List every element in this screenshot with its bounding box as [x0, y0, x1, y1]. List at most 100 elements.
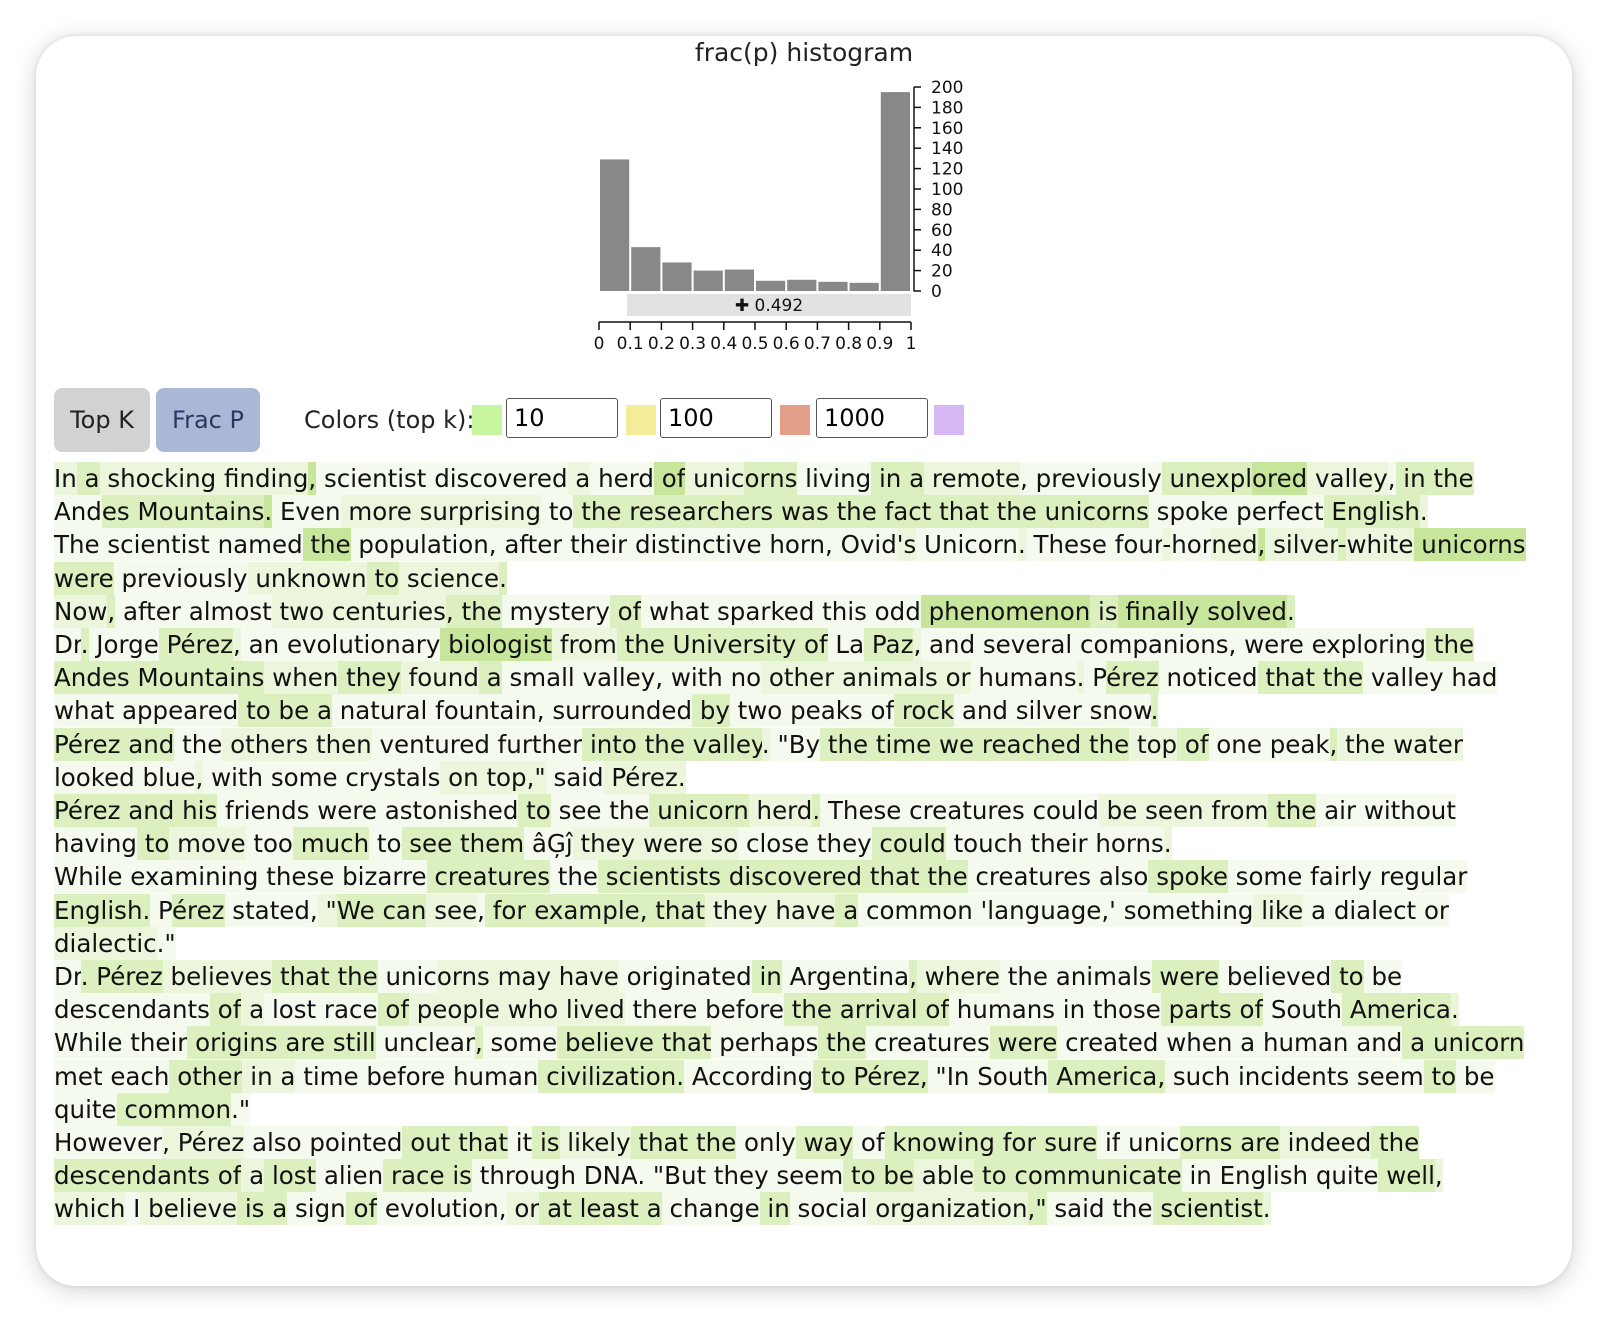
token[interactable]: from — [1203, 794, 1269, 828]
token[interactable]: the — [1426, 628, 1475, 662]
token[interactable]: According — [684, 1059, 814, 1093]
token[interactable]: where — [916, 960, 1000, 994]
token[interactable]: human — [1255, 1026, 1349, 1060]
token[interactable]: . — [812, 794, 821, 828]
token[interactable]: solved — [1199, 594, 1287, 628]
token[interactable]: race — [383, 1159, 445, 1193]
token[interactable]: P — [150, 893, 172, 927]
token[interactable]: ned — [1211, 528, 1258, 562]
token[interactable]: after — [115, 594, 181, 628]
token[interactable]: Pérez — [169, 1126, 245, 1160]
token[interactable]: of — [209, 1159, 242, 1193]
token[interactable]: a — [1303, 893, 1327, 927]
token[interactable]: . — [1450, 993, 1459, 1027]
token[interactable]: ," — [526, 760, 546, 794]
token[interactable]: the — [453, 594, 502, 628]
token[interactable]: descendants — [54, 1159, 210, 1193]
frac-p-button[interactable]: Frac P — [156, 388, 260, 452]
token[interactable]: no — [722, 661, 762, 695]
token[interactable]: a — [638, 1192, 662, 1226]
top-k-threshold-3-input[interactable] — [816, 398, 928, 438]
token[interactable]: civilization — [538, 1059, 677, 1093]
token[interactable]: valley — [1363, 661, 1444, 695]
token[interactable]: or — [506, 1192, 540, 1226]
token[interactable]: South — [969, 1059, 1049, 1093]
token[interactable]: quite — [54, 1092, 117, 1126]
token[interactable]: of — [609, 594, 642, 628]
token[interactable]: several — [975, 628, 1073, 662]
token[interactable]: descendants — [54, 993, 210, 1027]
token[interactable]: " — [317, 893, 337, 927]
token[interactable]: what — [54, 694, 115, 728]
token[interactable]: the — [550, 860, 598, 894]
token[interactable]: almost — [180, 594, 272, 628]
token[interactable]: the — [818, 1026, 867, 1060]
token[interactable]: ored — [1252, 462, 1308, 495]
token[interactable]: But — [664, 1159, 707, 1193]
token[interactable]: valley — [574, 661, 656, 695]
token[interactable]: can — [374, 893, 427, 927]
token[interactable]: be — [875, 1159, 915, 1193]
token[interactable]: in — [1055, 993, 1086, 1027]
token[interactable]: we — [931, 727, 975, 761]
token[interactable]: or — [1416, 893, 1450, 927]
token[interactable]: their — [122, 1026, 188, 1060]
token[interactable]: white — [1346, 528, 1414, 562]
token[interactable]: , — [474, 1026, 483, 1060]
token[interactable]: a — [835, 893, 859, 927]
token[interactable]: , — [1157, 1059, 1166, 1093]
token[interactable]: lived — [558, 993, 625, 1027]
token[interactable]: . — [1150, 694, 1159, 728]
token[interactable]: Dr — [54, 960, 81, 994]
token[interactable]: origins — [187, 1026, 278, 1060]
token[interactable]: with — [663, 661, 723, 695]
top-k-threshold-2-input[interactable] — [660, 398, 772, 438]
token[interactable]: , — [477, 893, 485, 927]
token[interactable]: there — [624, 993, 698, 1027]
token[interactable]: is — [532, 1126, 560, 1160]
token[interactable]: may — [489, 960, 551, 994]
token[interactable]: , — [1387, 462, 1396, 495]
token[interactable]: creatures — [866, 1026, 990, 1060]
token[interactable]: scientist — [99, 528, 210, 562]
token[interactable]: and — [120, 727, 175, 761]
token[interactable]: érez — [171, 893, 225, 927]
token[interactable]: , — [162, 1126, 170, 1160]
token[interactable]: to — [813, 1059, 846, 1093]
token[interactable]: Pérez — [158, 628, 234, 662]
token[interactable]: have — [550, 960, 619, 994]
token[interactable]: communicate — [1006, 1159, 1182, 1193]
token[interactable]: peak — [1261, 727, 1330, 761]
token[interactable]: humans — [970, 661, 1077, 695]
token[interactable]: , — [233, 628, 241, 662]
token[interactable]: sparked — [709, 594, 815, 628]
token[interactable]: rock — [894, 694, 955, 728]
token[interactable]: be — [1098, 794, 1138, 828]
token[interactable]: likely — [559, 1126, 631, 1160]
token[interactable]: to — [1331, 960, 1364, 994]
token[interactable]: people — [408, 993, 500, 1027]
token[interactable]: sure — [1036, 1126, 1098, 1160]
token[interactable]: Even — [272, 495, 341, 529]
token[interactable]: the — [1315, 661, 1364, 695]
token[interactable]: indeed — [1279, 1126, 1372, 1160]
token[interactable]: the — [1268, 794, 1317, 828]
token[interactable]: believes — [162, 960, 273, 994]
token[interactable]: fact — [876, 495, 932, 529]
token[interactable]: silver — [1265, 528, 1338, 562]
token[interactable]: biologist — [440, 628, 553, 662]
token[interactable]: companions — [1072, 628, 1229, 662]
token[interactable]: the — [1371, 1126, 1420, 1160]
token[interactable]: if — [1097, 1126, 1121, 1160]
token[interactable]: be — [1456, 1059, 1495, 1093]
token[interactable]: the — [1081, 727, 1130, 761]
token[interactable]: a — [241, 993, 265, 1027]
token[interactable]: believed — [1219, 960, 1332, 994]
token[interactable]: horn — [761, 528, 826, 562]
token[interactable]: other — [761, 661, 835, 695]
token[interactable]: the — [783, 993, 832, 1027]
token[interactable]: they — [572, 827, 636, 861]
token[interactable]: creatures — [967, 860, 1092, 894]
token[interactable]: the — [828, 495, 877, 529]
token[interactable]: the — [302, 528, 351, 562]
